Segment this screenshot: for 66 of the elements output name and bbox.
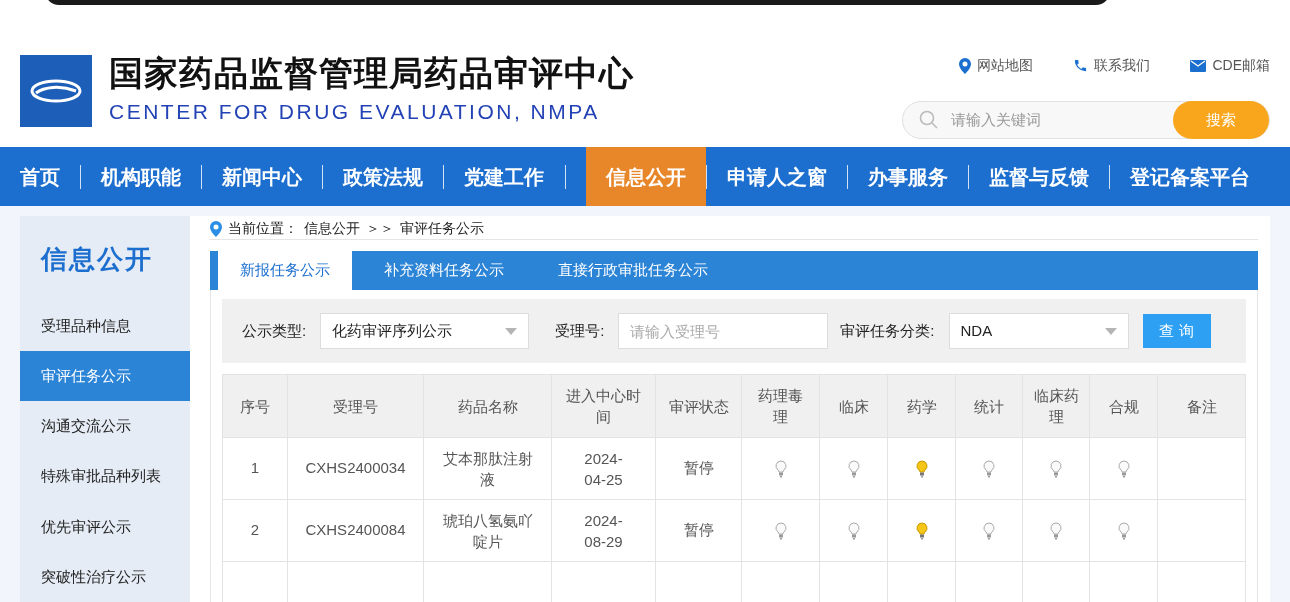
table-cell: 2024-08-29 xyxy=(551,499,656,562)
query-button[interactable]: 查 询 xyxy=(1142,314,1211,348)
tab[interactable]: 新报任务公示 xyxy=(218,251,352,290)
sidebar-item[interactable]: 受理品种信息 xyxy=(20,301,190,352)
nav-item[interactable]: 新闻中心 xyxy=(222,147,323,206)
column-header: 序号 xyxy=(222,374,288,438)
table-cell: 艾本那肽注射液 xyxy=(423,437,552,500)
nav-item[interactable]: 党建工作 xyxy=(464,147,565,206)
dropdown-caret-icon xyxy=(505,327,518,335)
tab[interactable]: 直接行政审批任务公示 xyxy=(536,251,730,290)
column-header: 审评状态 xyxy=(655,374,742,438)
nav-item[interactable]: 信息公开 xyxy=(585,147,706,206)
nav-item[interactable]: 办事服务 xyxy=(867,147,968,206)
breadcrumb-link[interactable]: 信息公开 xyxy=(304,218,360,239)
type-dropdown[interactable]: 化药审评序列公示 xyxy=(320,313,530,349)
envelope-icon xyxy=(1190,59,1207,72)
table-cell: 暂停 xyxy=(655,499,742,562)
sidebar-title: 信息公开 xyxy=(39,243,154,276)
breadcrumb-link[interactable]: 审评任务公示 xyxy=(400,218,484,239)
table-cell: 琥珀八氢氨吖啶片 xyxy=(423,499,552,562)
filter-label: 审评任务分类: xyxy=(840,320,935,341)
nav-item[interactable]: 登记备案平台 xyxy=(1130,147,1270,206)
nav-item[interactable]: 监督与反馈 xyxy=(988,147,1109,206)
column-header: 合规 xyxy=(1089,374,1158,438)
category-dropdown[interactable]: NDA xyxy=(948,313,1129,349)
column-header: 统计 xyxy=(955,374,1023,438)
column-header: 药理毒理 xyxy=(741,374,820,438)
number-input-field[interactable]: 请输入受理号 xyxy=(618,313,829,349)
nav-item[interactable]: 申请人之窗 xyxy=(726,147,847,206)
filter-label: 受理号: xyxy=(555,320,605,341)
filter-label: 公示类型: xyxy=(242,320,307,341)
nav-item[interactable]: 政策法规 xyxy=(343,147,444,206)
dropdown-caret-icon xyxy=(1104,327,1117,335)
phone-icon xyxy=(1073,58,1089,73)
search-icon xyxy=(919,110,939,130)
sidebar-item[interactable]: 特殊审批品种列表 xyxy=(20,451,190,502)
column-header: 临床 xyxy=(819,374,888,438)
column-header: 药品名称 xyxy=(423,374,552,438)
column-header: 受理号 xyxy=(287,374,424,438)
table-cell: 暂停 xyxy=(655,437,742,500)
site-title: 国家药品监督管理局药品审评中心 xyxy=(109,53,634,94)
breadcrumb-separator: ＞＞ xyxy=(366,219,394,238)
header-link[interactable]: CDE邮箱 xyxy=(1190,55,1270,76)
column-header: 进入中心时间 xyxy=(551,374,656,438)
nav-item[interactable]: 机构职能 xyxy=(101,147,202,206)
sidebar-item[interactable]: 沟通交流公示 xyxy=(20,401,190,452)
sidebar-item[interactable]: 优先审评公示 xyxy=(20,501,190,552)
column-header: 备注 xyxy=(1157,374,1246,438)
location-pin-icon xyxy=(210,220,222,237)
site-subtitle: CENTER FOR DRUG EVALUATION, NMPA xyxy=(109,99,601,125)
logo-emblem xyxy=(20,55,92,127)
nav-item[interactable]: 首页 xyxy=(20,147,80,206)
header-link[interactable]: 网站地图 xyxy=(959,55,1034,76)
header-link[interactable]: 联系我们 xyxy=(1073,55,1151,76)
table-cell: CXHS2400084 xyxy=(287,499,424,562)
location-pin-icon xyxy=(959,57,972,74)
table-cell: 2024-04-25 xyxy=(551,437,656,500)
table-cell: 1 xyxy=(222,437,288,500)
column-header: 药学 xyxy=(887,374,956,438)
breadcrumb-label: 当前位置： xyxy=(228,219,298,238)
table-cell: CXHS2400034 xyxy=(287,437,424,500)
column-header: 临床药理 xyxy=(1022,374,1090,438)
sidebar-item[interactable]: 突破性治疗公示 xyxy=(20,551,190,602)
sidebar-item[interactable]: 审评任务公示 xyxy=(20,351,190,402)
tab[interactable]: 补充资料任务公示 xyxy=(362,251,526,290)
table-cell: 2 xyxy=(222,499,288,562)
